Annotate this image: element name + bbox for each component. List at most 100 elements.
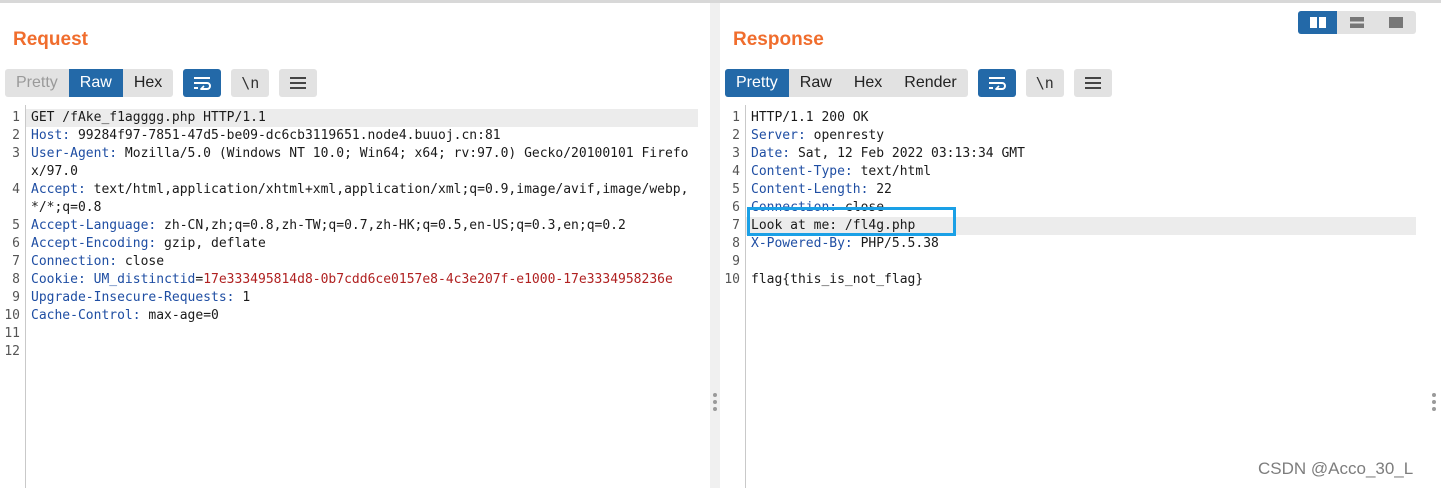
code-line: 6 Accept-Encoding: gzip, deflate [0, 235, 698, 253]
line-number: 2 [12, 128, 20, 143]
response-title: Response [733, 29, 824, 50]
response-tab-raw[interactable]: Raw [789, 69, 843, 97]
response-editor[interactable]: 1 HTTP/1.1 200 OK 2 Server: openresty 3 Date:… [720, 105, 1441, 488]
hamburger-menu-icon [290, 77, 307, 89]
line-content: Server: openresty [746, 127, 1416, 145]
header-name: User-Agent: [31, 146, 118, 161]
header-value: max-age=0 [140, 308, 219, 323]
line-content: Content-Type: text/html [746, 163, 1416, 181]
code-line: 1 HTTP/1.1 200 OK [720, 109, 1416, 127]
header-value: Sat, 12 Feb 2022 03:13:34 GMT [790, 146, 1025, 161]
response-view-tabs: Pretty Raw Hex Render [725, 69, 968, 97]
header-name: Accept-Language: [31, 218, 157, 233]
request-title: Request [13, 29, 88, 50]
code-line: 5 Content-Length: 22 [720, 181, 1416, 199]
header-name: Cookie: [31, 272, 86, 287]
response-tab-hex[interactable]: Hex [843, 69, 893, 97]
line-number: 11 [4, 326, 20, 341]
code-line: 4 Accept: text/html,application/xhtml+xml… [0, 181, 698, 217]
code-line: 10 flag{this_is_not_flag} [720, 271, 1416, 289]
header-value: text/html,application/xhtml+xml,applicat… [31, 182, 689, 215]
splitter-drag-handle-icon[interactable] [713, 393, 717, 414]
line-number: 9 [732, 254, 740, 269]
wrap-lines-icon [988, 77, 1006, 90]
wrap-lines-icon [194, 77, 212, 90]
layout-single-pane-button[interactable] [1376, 11, 1415, 34]
layout-top-bottom-button[interactable] [1337, 11, 1376, 34]
request-newline-toggle-button[interactable]: \n [231, 69, 270, 97]
code-line: 7 Connection: close [0, 253, 698, 271]
request-tab-pretty[interactable]: Pretty [5, 69, 69, 97]
line-content: HTTP/1.1 200 OK [746, 109, 1416, 127]
header-name: Cache-Control: [31, 308, 141, 323]
code-line: 1 GET /fAke_f1agggg.php HTTP/1.1 [0, 109, 698, 127]
code-line: 11 [0, 325, 698, 343]
request-tab-raw[interactable]: Raw [68, 69, 123, 97]
line-content [26, 343, 698, 361]
response-tab-pretty[interactable]: Pretty [725, 69, 789, 97]
line-number: 4 [12, 182, 20, 197]
code-line: 9 [720, 253, 1416, 271]
line-number: 6 [12, 236, 20, 251]
side-by-side-icon [1309, 17, 1326, 28]
response-tab-render[interactable]: Render [893, 69, 967, 97]
single-pane-icon [1388, 17, 1403, 28]
header-value: Mozilla/5.0 (Windows NT 10.0; Win64; x64… [31, 146, 689, 179]
header-name: Host: [31, 128, 71, 143]
request-lines: 1 GET /fAke_f1agggg.php HTTP/1.1 2 Host: 99… [0, 109, 698, 361]
layout-selector [1298, 11, 1416, 34]
line-number: 1 [732, 110, 740, 125]
header-name: Server: [751, 128, 806, 143]
header-name: Content-Length: [751, 182, 869, 197]
code-line: 2 Server: openresty [720, 127, 1416, 145]
line-number: 1 [12, 110, 20, 125]
line-content: GET /fAke_f1agggg.php HTTP/1.1 [26, 109, 698, 127]
watermark: CSDN @Acco_30_L [1258, 459, 1414, 478]
line-number: 6 [732, 200, 740, 215]
code-line: 5 Accept-Language: zh-CN,zh;q=0.8,zh-TW;q… [0, 217, 698, 235]
code-line: 10 Cache-Control: max-age=0 [0, 307, 698, 325]
cookie-name: UM_distinctid [85, 272, 196, 287]
response-newline-toggle-button[interactable]: \n [1025, 69, 1064, 97]
request-panel: Request Pretty Raw Hex \n 1GET /fAke_f1 [0, 3, 710, 488]
response-toolbar: Pretty Raw Hex Render \n [725, 69, 1112, 97]
line-content: X-Powered-By: PHP/5.5.38 [746, 235, 1416, 253]
pane-splitter[interactable] [710, 3, 720, 488]
line-number: 2 [732, 128, 740, 143]
code-line: 4 Content-Type: text/html [720, 163, 1416, 181]
layout-side-by-side-button[interactable] [1298, 11, 1337, 34]
header-name: Accept: [31, 182, 86, 197]
line-number: 3 [12, 146, 20, 161]
right-edge-drag-handle-icon[interactable] [1432, 393, 1436, 414]
line-content: Accept: text/html,application/xhtml+xml,… [26, 181, 698, 217]
response-menu-button[interactable] [1073, 69, 1112, 97]
header-value: 1 [234, 290, 251, 305]
header-name: Connection: [31, 254, 118, 269]
top-bottom-icon [1349, 17, 1364, 28]
code-line: 9 Upgrade-Insecure-Requests: 1 [0, 289, 698, 307]
line-content: Content-Length: 22 [746, 181, 1416, 199]
line-content: Connection: close [26, 253, 698, 271]
line-text: HTTP/1.1 200 OK [751, 110, 869, 125]
header-value: PHP/5.5.38 [852, 236, 939, 251]
response-wrap-lines-button[interactable] [977, 69, 1016, 97]
line-number: 8 [12, 272, 20, 287]
header-value: 22 [868, 182, 892, 197]
line-number: 10 [724, 272, 740, 287]
line-content: Date: Sat, 12 Feb 2022 03:13:34 GMT [746, 145, 1416, 163]
request-tab-hex[interactable]: Hex [123, 69, 173, 97]
request-menu-button[interactable] [279, 69, 318, 97]
request-wrap-lines-button[interactable] [183, 69, 222, 97]
line-number: 7 [12, 254, 20, 269]
request-editor[interactable]: 1 GET /fAke_f1agggg.php HTTP/1.1 2 Host: 99… [0, 105, 710, 488]
header-name: Accept-Encoding: [31, 236, 157, 251]
code-line: 2 Host: 99284f97-7851-47d5-be09-dc6cb3119… [0, 127, 698, 145]
line-text: flag{this_is_not_flag} [751, 272, 924, 287]
code-line: 8 X-Powered-By: PHP/5.5.38 [720, 235, 1416, 253]
header-name: Content-Type: [751, 164, 853, 179]
header-value: close [117, 254, 165, 269]
header-name: Date: [751, 146, 791, 161]
line-number: 5 [12, 218, 20, 233]
line-content [746, 253, 1416, 271]
hamburger-menu-icon [1084, 77, 1101, 89]
